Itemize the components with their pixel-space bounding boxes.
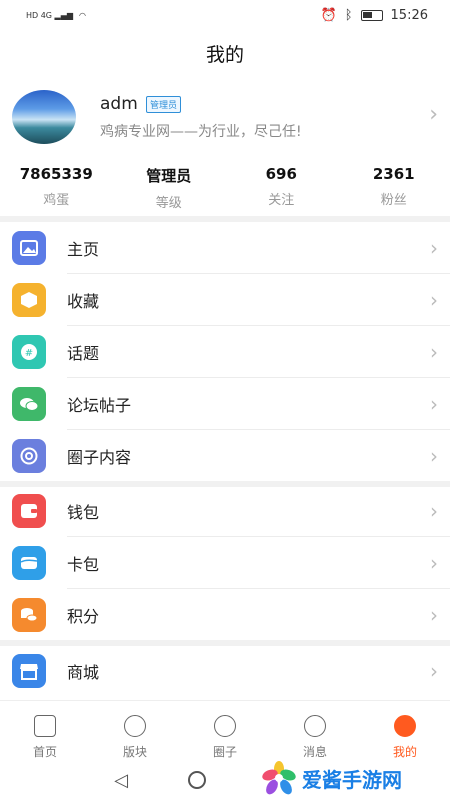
avatar[interactable]	[12, 90, 76, 144]
chevron-right-icon: ›	[430, 444, 438, 468]
tab-messages[interactable]: 消息	[270, 701, 360, 760]
stat-value: 696	[265, 165, 297, 183]
menu-item-card-pack[interactable]: 卡包 ›	[0, 537, 450, 589]
menu-item-home[interactable]: 主页 ›	[0, 222, 450, 274]
menu-item-label: 论坛帖子	[67, 396, 132, 415]
home-icon	[34, 715, 56, 737]
chevron-right-icon: ›	[430, 392, 438, 416]
menu-item-label: 圈子内容	[67, 448, 132, 467]
stat-label: 鸡蛋	[43, 193, 70, 208]
signal-indicators: HD 4G ▂▄▆ ◠	[26, 11, 86, 20]
tab-label: 版块	[122, 745, 147, 759]
role-badge: 管理员	[146, 96, 182, 113]
stat-followers[interactable]: 2361 粉丝	[338, 165, 450, 211]
alarm-icon: ⏰	[320, 7, 337, 23]
profile-tab-icon	[394, 715, 416, 737]
circle-icon	[12, 439, 46, 473]
profile-card[interactable]: adm 管理员 鸡病专业网——为行业，尽己任! ›	[0, 88, 450, 148]
chat-icon	[12, 387, 46, 421]
tab-sections[interactable]: 版块	[90, 701, 180, 760]
tab-label: 圈子	[212, 745, 237, 759]
menu-item-label: 话题	[67, 344, 100, 363]
chevron-right-icon: ›	[430, 551, 438, 575]
menu-item-forum-posts[interactable]: 论坛帖子 ›	[0, 378, 450, 430]
menu-item-label: 钱包	[67, 503, 100, 522]
home-circle-icon[interactable]	[187, 771, 206, 789]
page-title: 我的	[205, 44, 244, 66]
stat-label: 关注	[268, 193, 295, 208]
chevron-right-icon: ›	[430, 236, 438, 260]
watermark-logo-icon	[262, 761, 296, 795]
menu-item-label: 收藏	[67, 292, 100, 311]
battery-icon	[360, 9, 383, 21]
stat-label: 等级	[155, 196, 182, 211]
chevron-right-icon: ›	[430, 288, 438, 312]
chevron-right-icon: ›	[430, 340, 438, 364]
tab-label: 首页	[32, 745, 57, 759]
wifi-icon: ◠	[79, 10, 86, 20]
watermark-text: 爱酱手游网	[302, 767, 402, 792]
circle-tab-icon	[214, 715, 236, 737]
store-icon	[12, 654, 46, 688]
sim1-signal-icon: HD 4G ▂▄▆	[26, 10, 74, 20]
status-bar: HD 4G ▂▄▆ ◠ ⏰ ᛒ 15:26	[0, 0, 450, 30]
watermark: 爱酱手游网	[262, 758, 442, 798]
hexagon-icon	[124, 715, 146, 737]
box-icon	[12, 283, 46, 317]
bottom-tab-bar: 首页 版块 圈子 消息 我的	[0, 700, 450, 760]
stats-row: 7865339 鸡蛋 管理员 等级 696 关注 2361 粉丝	[0, 165, 450, 211]
menu-item-points[interactable]: 积分 ›	[0, 589, 450, 641]
wallet-icon	[12, 494, 46, 528]
stat-label: 粉丝	[380, 193, 407, 208]
stat-value: 7865339	[19, 165, 93, 183]
coins-icon	[12, 598, 46, 632]
stat-level[interactable]: 管理员 等级	[113, 165, 226, 211]
chevron-right-icon: ›	[430, 659, 438, 683]
stat-following[interactable]: 696 关注	[225, 165, 338, 211]
back-icon[interactable]: ◁	[114, 770, 128, 791]
tab-label: 我的	[392, 745, 417, 759]
tab-label: 消息	[302, 745, 327, 759]
tab-home[interactable]: 首页	[0, 701, 90, 760]
chevron-right-icon: ›	[429, 102, 438, 127]
profile-motto: 鸡病专业网——为行业，尽己任!	[100, 124, 302, 140]
stat-eggs[interactable]: 7865339 鸡蛋	[0, 165, 113, 211]
menu-item-label: 积分	[67, 607, 100, 626]
menu-item-label: 商城	[67, 663, 100, 682]
menu-item-store[interactable]: 商城 ›	[0, 645, 450, 697]
svg-text:#: #	[25, 348, 33, 359]
clock: 15:26	[390, 7, 428, 23]
chevron-right-icon: ›	[430, 499, 438, 523]
tab-mine[interactable]: 我的	[360, 701, 450, 760]
stat-value: 2361	[372, 165, 415, 183]
hashtag-icon: #	[12, 335, 46, 369]
menu-item-label: 主页	[67, 240, 100, 259]
stat-value: 管理员	[146, 167, 192, 185]
menu-item-circle-content[interactable]: 圈子内容 ›	[0, 430, 450, 482]
image-icon	[12, 231, 46, 265]
chevron-right-icon: ›	[430, 603, 438, 627]
menu-item-wallet[interactable]: 钱包 ›	[0, 485, 450, 537]
card-icon	[12, 546, 46, 580]
status-right: ⏰ ᛒ 15:26	[321, 8, 428, 23]
menu-item-topics[interactable]: # 话题 ›	[0, 326, 450, 378]
profile-name: adm	[100, 94, 138, 114]
bluetooth-icon: ᛒ	[344, 7, 353, 23]
message-icon	[304, 715, 326, 737]
tab-circle[interactable]: 圈子	[180, 701, 270, 760]
menu-item-favorites[interactable]: 收藏 ›	[0, 274, 450, 326]
menu-item-label: 卡包	[67, 555, 100, 574]
